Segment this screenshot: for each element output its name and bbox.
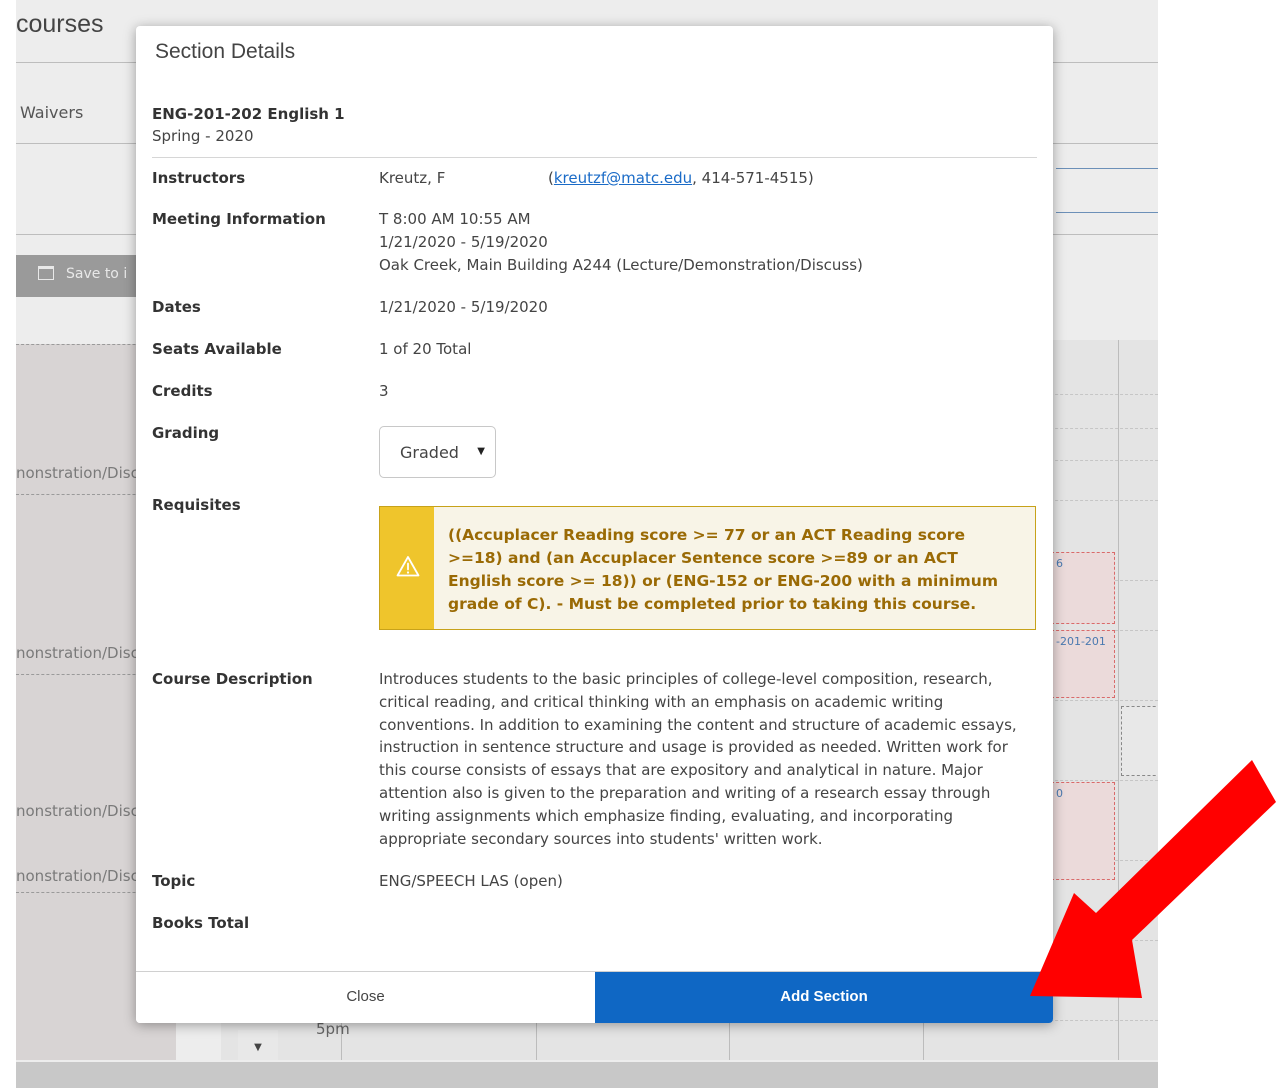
requisites-alert: ((Accuplacer Reading score >= 77 or an A… <box>379 506 1036 630</box>
instructor-phone: , 414-571-4515) <box>692 169 814 187</box>
dates-value: 1/21/2020 - 5/19/2020 <box>379 298 548 316</box>
calendar-event[interactable]: -201-201 <box>1051 630 1115 698</box>
seats-value: 1 of 20 Total <box>379 340 472 358</box>
dates-label: Dates <box>152 298 201 316</box>
event-label: -201-201 <box>1056 635 1106 648</box>
list-item[interactable]: nonstration/Disc <box>16 802 139 820</box>
seats-label: Seats Available <box>152 340 282 358</box>
page-title: courses <box>16 10 104 38</box>
grading-label: Grading <box>152 424 220 442</box>
divider <box>1056 212 1158 213</box>
list-item[interactable]: nonstration/Disc <box>16 464 139 482</box>
close-button[interactable]: Close <box>136 972 595 1023</box>
modal-footer: Close Add Section <box>136 971 1053 1023</box>
event-label: 6 <box>1056 557 1063 570</box>
divider <box>1056 168 1158 169</box>
warning-icon <box>396 556 420 577</box>
instructor-email-link[interactable]: kreutzf@matc.edu <box>554 169 692 187</box>
save-to-ical-button[interactable]: Save to i <box>16 255 151 297</box>
meeting-dates: 1/21/2020 - 5/19/2020 <box>379 233 548 251</box>
instructor-contact: (kreutzf@matc.edu, 414-571-4515) <box>548 167 814 190</box>
description-label: Course Description <box>152 670 313 688</box>
meeting-info-label: Meeting Information <box>152 210 326 228</box>
list-item[interactable]: nonstration/Disc <box>16 644 139 662</box>
topic-value: ENG/SPEECH LAS (open) <box>379 872 563 890</box>
caret-down-icon: ▼ <box>254 1042 262 1053</box>
meeting-time: T 8:00 AM 10:55 AM <box>379 210 531 228</box>
tab-waivers[interactable]: Waivers <box>20 103 83 122</box>
course-description: Introduces students to the basic princip… <box>379 670 1017 848</box>
save-button-label: Save to i <box>66 266 128 282</box>
tab-label: Waivers <box>20 103 84 122</box>
modal-title: Section Details <box>155 40 296 63</box>
add-section-button[interactable]: Add Section <box>595 972 1053 1023</box>
scroll-down-button[interactable]: ▼ <box>238 1030 278 1060</box>
instructor-name: Kreutz, F <box>379 169 446 187</box>
requisites-label: Requisites <box>152 496 241 514</box>
divider <box>152 157 1037 158</box>
topic-label: Topic <box>152 872 196 890</box>
background-footer <box>16 1062 1158 1088</box>
grading-select[interactable]: Graded ▼ <box>379 426 496 478</box>
course-term: Spring - 2020 <box>152 127 254 145</box>
calendar-icon <box>38 266 54 280</box>
meeting-location: Oak Creek, Main Building A244 (Lecture/D… <box>379 256 863 274</box>
alert-icon-column <box>380 507 434 629</box>
calendar-event[interactable]: 6 <box>1051 552 1115 624</box>
course-name: ENG-201-202 English 1 <box>152 105 345 123</box>
grading-selected-value: Graded <box>400 443 459 462</box>
books-total-label: Books Total <box>152 914 250 932</box>
section-details-modal: Section Details ENG-201-202 English 1 Sp… <box>136 26 1053 1023</box>
caret-down-icon: ▼ <box>477 446 485 457</box>
credits-value: 3 <box>379 382 389 400</box>
red-arrow-annotation <box>1030 760 1276 998</box>
credits-label: Credits <box>152 382 213 400</box>
requisites-text: ((Accuplacer Reading score >= 77 or an A… <box>448 526 998 613</box>
list-item[interactable]: nonstration/Disc <box>16 867 139 885</box>
instructors-label: Instructors <box>152 169 246 187</box>
